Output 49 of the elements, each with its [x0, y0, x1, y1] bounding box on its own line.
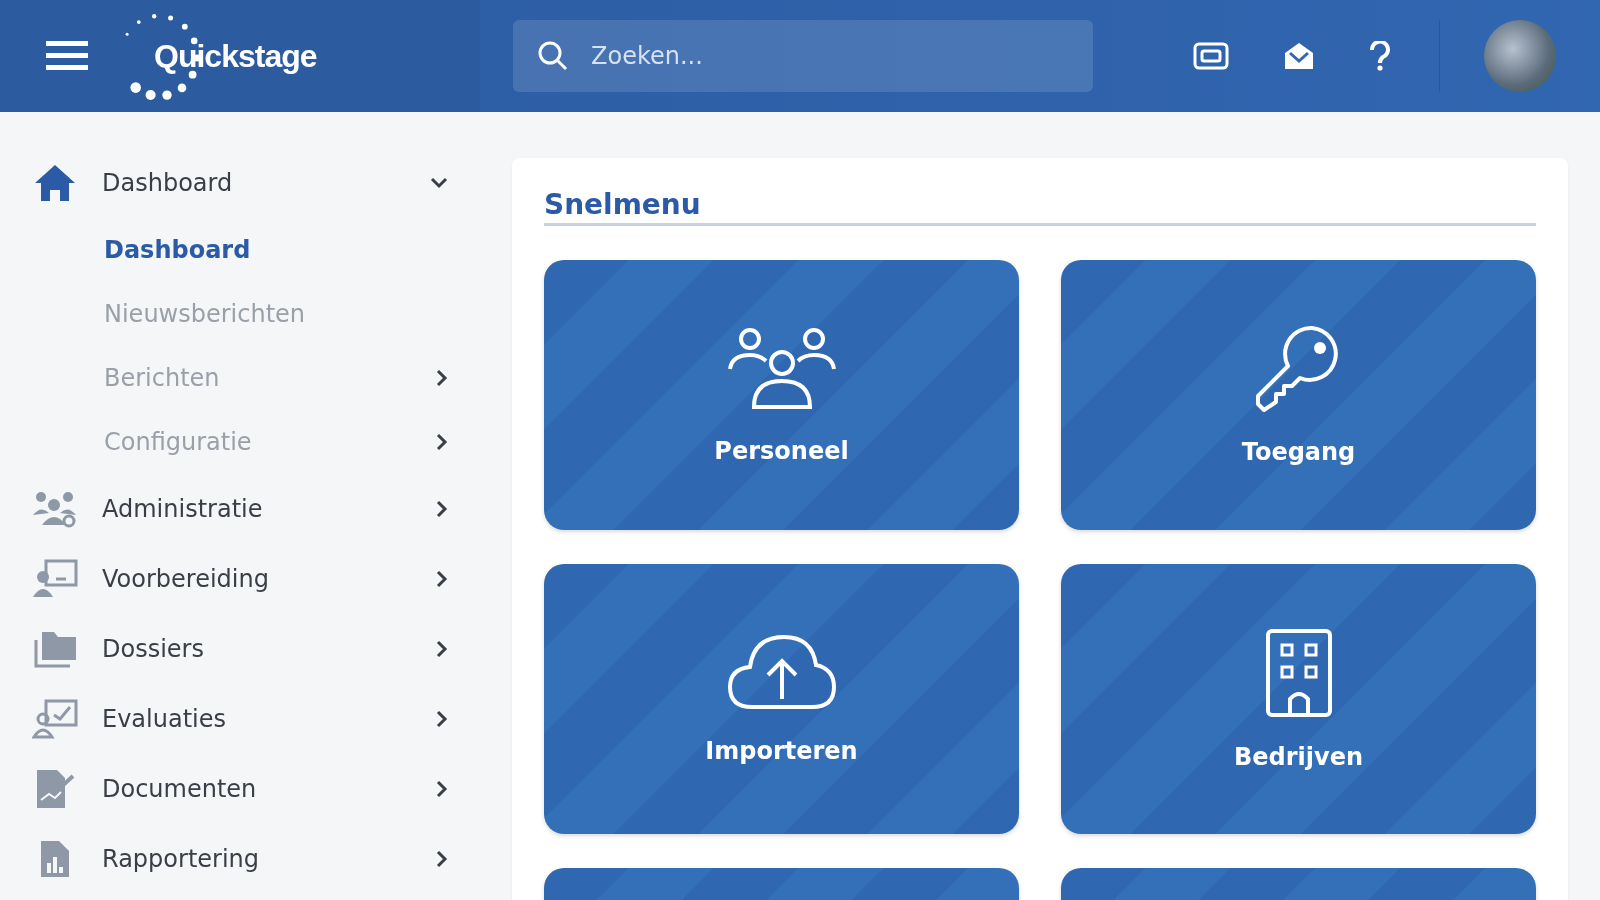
sidebar-item[interactable]: Dossiers	[0, 614, 480, 684]
chevron-right-icon	[436, 570, 448, 588]
search-icon	[537, 40, 569, 72]
people-icon	[32, 489, 78, 529]
chevron-right-icon	[436, 433, 448, 451]
sidebar-label: Evaluaties	[102, 705, 227, 733]
folder-icon	[32, 630, 78, 668]
sidebar-item[interactable]: Evaluaties	[0, 684, 480, 754]
sidebar-label: Rapportering	[102, 845, 261, 873]
chevron-right-icon	[436, 640, 448, 658]
section-title: Snelmenu	[544, 188, 1536, 226]
quick-menu-tile[interactable]: Personeel	[544, 260, 1019, 530]
evaluation-icon	[32, 699, 78, 739]
building-icon	[1263, 627, 1334, 717]
chevron-down-icon	[430, 177, 448, 189]
sidebar-label: Berichten	[104, 364, 221, 392]
sidebar-label: Dossiers	[102, 635, 205, 663]
chevron-right-icon	[436, 710, 448, 728]
sidebar-label: Nieuwsberichten	[104, 300, 307, 328]
quick-menu-tile[interactable]: Importeren	[544, 564, 1019, 834]
people-icon	[727, 325, 836, 411]
sidebar-label: Voorbereiding	[102, 565, 270, 593]
sidebar-item[interactable]: Dashboard	[0, 148, 480, 218]
sidebar-label: Documenten	[102, 775, 258, 803]
sidebar-item[interactable]: Rapportering	[0, 824, 480, 894]
cloud-upload-icon	[727, 633, 836, 711]
sidebar-item[interactable]: Administratie	[0, 474, 480, 544]
chevron-right-icon	[436, 780, 448, 798]
sidebar-label: Administratie	[102, 495, 264, 523]
sidebar-subitem[interactable]: Dashboard	[0, 218, 480, 282]
home-icon	[33, 163, 77, 203]
sidebar-item[interactable]: Voorbereiding	[0, 544, 480, 614]
chevron-right-icon	[436, 369, 448, 387]
presenter-icon	[32, 559, 78, 599]
chevron-right-icon	[436, 500, 448, 518]
sidebar-item[interactable]: Documenten	[0, 754, 480, 824]
envelope-icon[interactable]	[1283, 41, 1315, 71]
sidebar-label: Dashboard	[102, 169, 234, 197]
report-icon	[39, 839, 71, 879]
quick-menu-tile[interactable]: Bedrijven	[1061, 564, 1536, 834]
ticket-icon[interactable]	[1193, 42, 1229, 70]
quick-menu-tile[interactable]: Toegang	[1061, 260, 1536, 530]
help-icon[interactable]	[1369, 41, 1391, 71]
menu-icon	[46, 39, 88, 73]
chevron-right-icon	[436, 850, 448, 868]
sidebar-label: Dashboard	[104, 236, 252, 264]
menu-button[interactable]	[46, 39, 88, 73]
logo-text: Quickstage	[154, 37, 317, 75]
sidebar-label: Configuratie	[104, 428, 253, 456]
